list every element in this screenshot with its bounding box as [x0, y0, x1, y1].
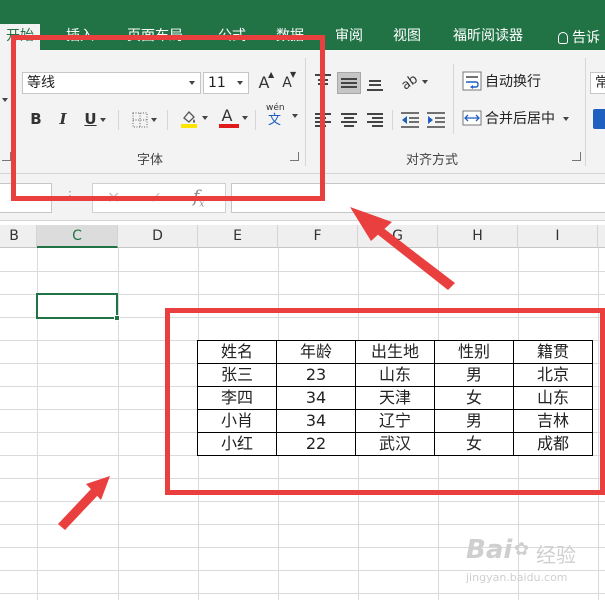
watermark: Bai ✿ 经验 jingyan.baidu.com [450, 535, 600, 595]
watermark-url: jingyan.baidu.com [466, 571, 568, 584]
paw-icon: ✿ [514, 539, 530, 560]
watermark-brand: Bai [466, 535, 513, 565]
watermark-cn: 经验 [536, 543, 576, 567]
arrow-icon [350, 207, 455, 290]
arrow-icon [58, 476, 110, 530]
annotation-arrows [58, 207, 455, 530]
